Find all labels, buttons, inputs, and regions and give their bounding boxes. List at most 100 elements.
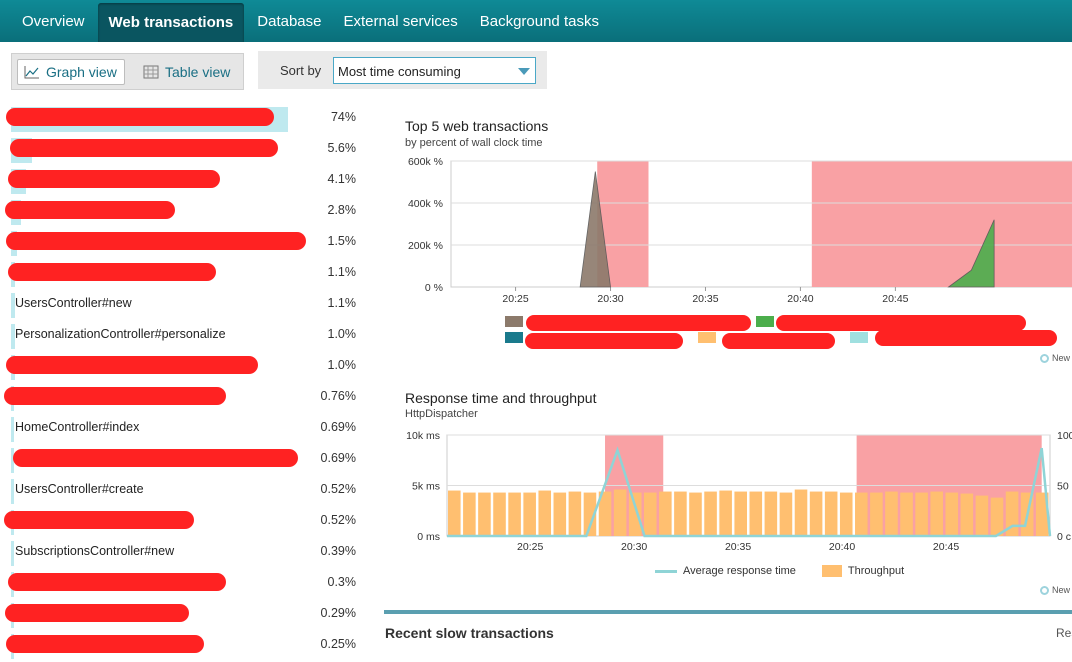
throughput-bar (870, 492, 883, 536)
throughput-bar (885, 491, 898, 536)
transaction-name[interactable]: UsersController#new (15, 296, 132, 310)
transaction-row[interactable]: 74% (0, 102, 370, 133)
throughput-bar (674, 491, 687, 536)
x-tick-label: 20:25 (517, 541, 543, 553)
transaction-row[interactable]: SubscriptionsController#new 0.39% (0, 536, 370, 567)
transaction-percent: 0.52% (320, 513, 356, 527)
transaction-list: 74% 5.6% 4.1% 2.8% 1.5% 1.1% UsersController#n… (0, 102, 370, 660)
tab-web-transactions[interactable]: Web transactions (97, 3, 245, 42)
circle-icon (1040, 585, 1049, 595)
chart1-new-tag[interactable]: New (1040, 353, 1070, 363)
transaction-percent: 0.29% (320, 606, 356, 620)
transaction-row[interactable]: 0.3% (0, 567, 370, 598)
tab-database[interactable]: Database (246, 0, 332, 42)
transaction-row[interactable]: 5.6% (0, 133, 370, 164)
legend-swatch (505, 316, 523, 327)
transaction-name[interactable]: HomeController#index (15, 420, 139, 434)
right-tick-label: 100 (1057, 430, 1072, 442)
sort-select[interactable]: Most time consuming (333, 57, 536, 84)
throughput-bar (448, 490, 461, 536)
y-tick-label: 200k % (408, 240, 443, 252)
transaction-name[interactable]: PersonalizationController#personalize (15, 327, 226, 341)
sort-label: Sort by (280, 63, 322, 78)
redaction-mark (525, 333, 683, 349)
transaction-percent: 0.69% (320, 420, 356, 434)
x-tick-label: 20:30 (621, 541, 647, 553)
legend-swatch (756, 316, 774, 327)
redaction-mark (8, 263, 216, 281)
chart2-legend: Average response time Throughput (655, 565, 904, 577)
throughput-bar (839, 492, 853, 536)
tab-background-tasks[interactable]: Background tasks (469, 0, 610, 42)
redaction-mark (10, 139, 278, 157)
transaction-percent: 74% (330, 110, 356, 124)
transaction-row[interactable]: PersonalizationController#personalize 1.0… (0, 319, 370, 350)
throughput-bar (779, 492, 793, 536)
redaction-mark (776, 315, 1026, 331)
chart1-subtitle: by percent of wall clock time (405, 137, 543, 149)
graph-view-button[interactable]: Graph view (17, 59, 125, 85)
transaction-name[interactable]: SubscriptionsController#new (15, 544, 174, 558)
transaction-share-bar (11, 541, 14, 566)
x-tick-label: 20:40 (787, 293, 813, 305)
transaction-percent: 4.1% (327, 172, 357, 186)
top5-chart: 0 % 200k % 400k % 600k % 20:25 20:30 20:35 20:4… (408, 156, 1072, 349)
throughput-bar (493, 492, 506, 536)
transaction-row[interactable]: 1.0% (0, 350, 370, 381)
y-tick-label: 5k ms (412, 481, 440, 493)
transaction-percent: 1.1% (327, 265, 357, 279)
transaction-row[interactable]: 0.29% (0, 598, 370, 629)
redaction-mark (8, 573, 226, 591)
transaction-row[interactable]: 0.25% (0, 629, 370, 660)
chart2-new-tag[interactable]: New (1040, 585, 1070, 595)
throughput-bar (855, 492, 868, 536)
redaction-mark (6, 232, 306, 250)
transaction-percent: 0.52% (320, 482, 356, 496)
throughput-bar (930, 491, 943, 536)
redaction-mark (6, 108, 274, 126)
transaction-percent: 0.39% (320, 544, 356, 558)
transaction-percent: 0.76% (320, 389, 356, 403)
throughput-bar (915, 492, 928, 536)
transaction-row[interactable]: HomeController#index 0.69% (0, 412, 370, 443)
transaction-row[interactable]: 0.76% (0, 381, 370, 412)
throughput-bar (764, 491, 778, 536)
table-view-button[interactable]: Table view (137, 59, 237, 85)
throughput-bar (824, 491, 838, 536)
transaction-percent: 0.25% (320, 637, 356, 651)
transaction-row[interactable]: 1.1% (0, 257, 370, 288)
throughput-bar (749, 491, 763, 536)
x-tick-label: 20:35 (692, 293, 718, 305)
line-chart-icon (24, 66, 39, 79)
legend-label-response: Average response time (683, 565, 796, 577)
right-tick-label: 50 (1057, 481, 1069, 493)
transaction-name[interactable]: UsersController#create (15, 482, 144, 496)
transaction-percent: 0.3% (327, 575, 357, 589)
throughput-bar (794, 489, 808, 536)
transaction-row[interactable]: UsersController#new 1.1% (0, 288, 370, 319)
transaction-percent: 1.1% (327, 296, 357, 310)
y-tick-label: 400k % (408, 198, 443, 210)
throughput-bar (613, 489, 627, 536)
throughput-bar (689, 492, 702, 536)
transaction-row[interactable]: 0.69% (0, 443, 370, 474)
transaction-row[interactable]: 4.1% (0, 164, 370, 195)
tab-overview[interactable]: Overview (0, 0, 96, 42)
transaction-row[interactable]: 1.5% (0, 226, 370, 257)
throughput-bar (523, 492, 536, 536)
transaction-share-bar (11, 479, 14, 504)
throughput-bar (990, 497, 1004, 536)
redaction-mark (8, 170, 220, 188)
transaction-share-bar (11, 417, 14, 442)
throughput-bar (719, 490, 732, 536)
right-tick-label: 0 c (1057, 531, 1071, 543)
transaction-row[interactable]: 2.8% (0, 195, 370, 226)
transaction-row[interactable]: UsersController#create 0.52% (0, 474, 370, 505)
y-tick-label: 600k % (408, 156, 443, 168)
table-view-label: Table view (165, 64, 231, 80)
slow-transactions-right-label: Res (1056, 626, 1072, 640)
alert-window (811, 161, 1072, 287)
transaction-row[interactable]: 0.52% (0, 505, 370, 536)
tab-external-services[interactable]: External services (333, 0, 469, 42)
throughput-bar (553, 492, 567, 536)
